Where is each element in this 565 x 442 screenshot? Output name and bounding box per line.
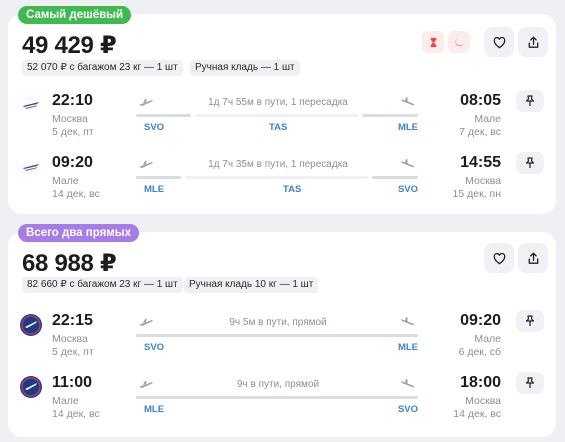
route-segment (362, 114, 418, 117)
baggage-price-chip: 52 070 ₽ с багажом 23 кг — 1 шт (22, 60, 183, 76)
airline-logo (20, 156, 42, 178)
route-segment (136, 334, 418, 337)
share-button[interactable] (518, 27, 548, 57)
departure-city: Мале (52, 175, 79, 187)
departure-time: 22:10 (52, 92, 93, 109)
route-track (136, 176, 418, 179)
moon-icon (448, 31, 470, 53)
takeoff-icon (139, 99, 153, 106)
takeoff-icon (139, 381, 153, 388)
route-layover (186, 176, 368, 179)
flight-segment-outbound[interactable]: 22:15 Москва 5 дек, пт 9ч 5м в пути, пря… (8, 306, 556, 364)
baggage-price-chip: 82 660 ₽ с багажом 23 кг — 1 шт (22, 277, 183, 293)
arrival-time: 18:00 (460, 374, 501, 391)
flight-duration: 1д 7ч 35м в пути, 1 пересадка (208, 159, 348, 170)
landing-icon (401, 317, 414, 326)
arrival-city: Мале (474, 113, 501, 125)
flight-segment-return[interactable]: 09:20 Мале 14 дек, вс 1д 7ч 35м в пути, … (8, 148, 556, 206)
favorite-button[interactable] (484, 243, 514, 273)
airline-logo (20, 94, 42, 116)
airport-codes: SVO TAS MLE (136, 122, 418, 134)
takeoff-icon (139, 161, 153, 168)
pin-button[interactable] (516, 310, 544, 332)
offer-price: 68 988 ₽ (22, 250, 117, 277)
direct-flights-badge: Всего два прямых (18, 224, 140, 242)
transfer-code: TAS (269, 122, 288, 133)
arrival-city: Москва (465, 175, 501, 187)
destination-code: MLE (397, 122, 418, 133)
origin-code: SVO (144, 122, 165, 133)
airport-codes: SVO MLE (136, 342, 418, 354)
flight-duration: 9ч 5м в пути, прямой (229, 317, 327, 328)
route-track (136, 396, 418, 399)
arrival-time: 14:55 (460, 154, 501, 171)
pin-button[interactable] (516, 90, 544, 112)
departure-city: Москва (52, 113, 88, 125)
departure-city: Мале (52, 395, 79, 407)
flight-duration: 9ч в пути, прямой (236, 379, 320, 390)
departure-date: 14 дек, вс (52, 408, 100, 420)
departure-date: 5 дек, пт (52, 346, 94, 358)
airport-codes: MLE TAS SVO (136, 184, 418, 196)
destination-code: SVO (397, 184, 418, 195)
route-track (136, 114, 418, 117)
cheapest-badge: Самый дешёвый (18, 6, 132, 24)
departure-time: 11:00 (52, 374, 93, 391)
hand-luggage-chip: Ручная кладь — 1 шт (190, 60, 300, 76)
pin-icon (525, 315, 535, 326)
landing-icon (401, 379, 414, 388)
landing-icon (401, 159, 414, 168)
departure-date: 14 дек, вс (52, 188, 100, 200)
share-icon (528, 252, 538, 264)
arrival-date: 15 дек, пн (452, 188, 501, 200)
arrival-date: 6 дек, сб (458, 346, 501, 358)
offer-card[interactable]: 49 429 ₽ 52 070 ₽ с багажом 23 кг — 1 шт… (8, 14, 556, 214)
pin-button[interactable] (516, 372, 544, 394)
hand-luggage-chip: Ручная кладь 10 кг — 1 шт (184, 277, 319, 293)
route-segment (136, 176, 181, 179)
pin-icon (525, 157, 535, 168)
departure-time: 22:15 (52, 312, 93, 329)
transfer-code: TAS (283, 184, 302, 195)
arrival-date: 14 дек, вс (453, 408, 501, 420)
departure-city: Москва (52, 333, 88, 345)
flight-duration: 1д 7ч 55м в пути, 1 пересадка (208, 97, 348, 108)
departure-date: 5 дек, пт (52, 126, 94, 138)
origin-code: MLE (144, 404, 165, 415)
route-segment (136, 114, 191, 117)
pin-icon (525, 95, 535, 106)
route-layover (196, 114, 358, 117)
share-icon (528, 36, 538, 48)
heart-icon (493, 36, 505, 48)
airline-logo (20, 314, 42, 336)
offer-price: 49 429 ₽ (22, 32, 117, 59)
airport-codes: MLE SVO (136, 404, 418, 416)
destination-code: MLE (397, 342, 418, 353)
origin-code: MLE (144, 184, 165, 195)
arrival-date: 7 дек, вс (459, 126, 501, 138)
favorite-button[interactable] (484, 27, 514, 57)
offer-card[interactable]: 68 988 ₽ 82 660 ₽ с багажом 23 кг — 1 шт… (8, 232, 556, 437)
flight-segment-outbound[interactable]: 22:10 Москва 5 дек, пт 1д 7ч 55м в пути,… (8, 86, 556, 144)
route-segment (372, 176, 418, 179)
landing-icon (401, 97, 414, 106)
arrival-city: Москва (465, 395, 501, 407)
hourglass-icon (422, 31, 444, 53)
heart-icon (493, 252, 505, 264)
pin-icon (525, 377, 535, 388)
route-track (136, 334, 418, 337)
arrival-time: 09:20 (460, 312, 501, 329)
destination-code: SVO (397, 404, 418, 415)
origin-code: SVO (144, 342, 165, 353)
takeoff-icon (139, 319, 153, 326)
airline-logo (20, 376, 42, 398)
flight-segment-return[interactable]: 11:00 Мале 14 дек, вс 9ч в пути, прямой … (8, 368, 556, 426)
departure-time: 09:20 (52, 154, 93, 171)
route-segment (136, 396, 418, 399)
share-button[interactable] (518, 243, 548, 273)
pin-button[interactable] (516, 152, 544, 174)
arrival-time: 08:05 (460, 92, 501, 109)
arrival-city: Мале (474, 333, 501, 345)
